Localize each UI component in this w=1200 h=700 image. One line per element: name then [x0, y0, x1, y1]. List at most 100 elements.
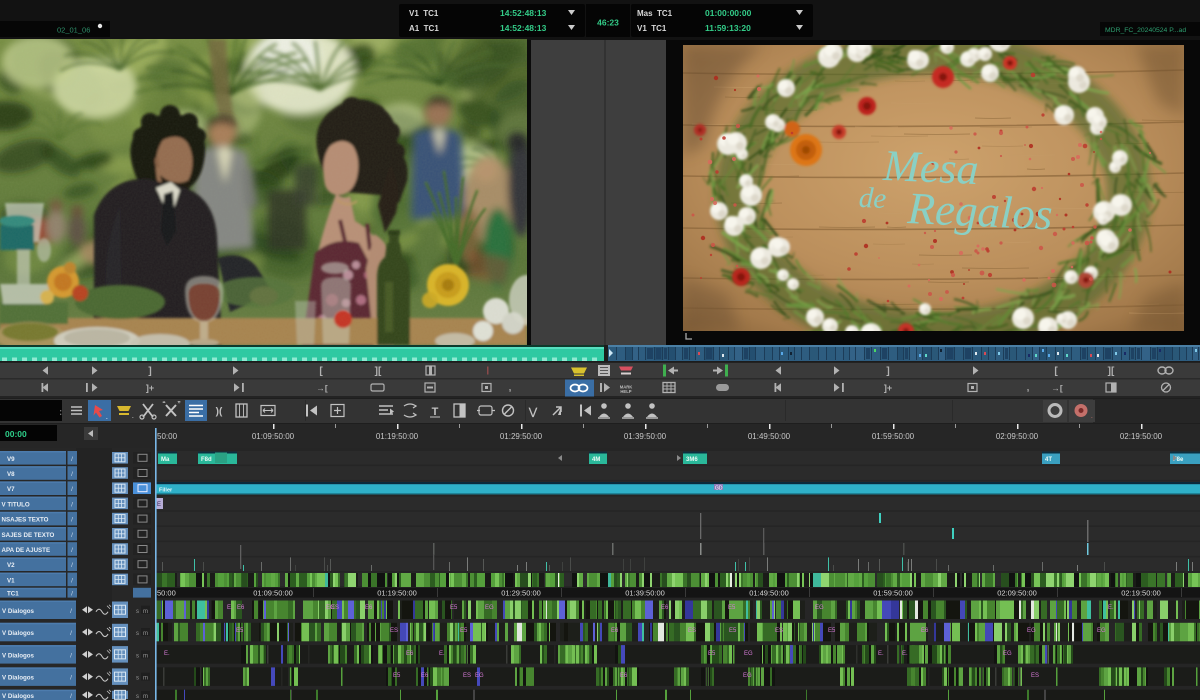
svg-text:]: ]	[148, 366, 151, 377]
svg-text:m: m	[143, 631, 148, 637]
svg-text:/: /	[70, 608, 72, 615]
svg-text:/: /	[71, 471, 73, 478]
svg-text:E6: E6	[611, 628, 619, 634]
svg-text:E6: E6	[921, 628, 929, 634]
svg-text:s: s	[136, 609, 139, 615]
svg-text:01:29:50:00: 01:29:50:00	[500, 432, 543, 441]
svg-text:01:39:50:00: 01:39:50:00	[624, 432, 667, 441]
svg-text:TC1: TC1	[7, 591, 19, 598]
svg-text:01:29:50:00: 01:29:50:00	[501, 589, 541, 598]
svg-text:.: .	[106, 413, 108, 421]
svg-text:/: /	[71, 486, 73, 493]
svg-text:E5: E5	[728, 605, 736, 611]
svg-text:E6: E6	[421, 673, 429, 679]
svg-text:Regalos: Regalos	[906, 183, 1054, 239]
svg-text:V1: V1	[7, 577, 15, 584]
svg-text:/: /	[71, 547, 73, 554]
svg-text:EG: EG	[485, 605, 494, 611]
svg-text:V1 TC1: V1 TC1	[409, 9, 439, 18]
svg-text:m: m	[143, 676, 148, 682]
svg-text:][: ][	[375, 366, 382, 377]
svg-text:V1 TC1: V1 TC1	[637, 24, 667, 33]
svg-text:EG: EG	[744, 651, 753, 657]
svg-text:4T: 4T	[1045, 457, 1052, 463]
svg-text:]+: ]+	[884, 383, 892, 393]
svg-text:01:49:50:00: 01:49:50:00	[748, 432, 791, 441]
svg-text:EG: EG	[815, 605, 824, 611]
svg-text:A1 TC1: A1 TC1	[409, 24, 439, 33]
svg-text:NSAJES TEXTO: NSAJES TEXTO	[2, 517, 49, 524]
svg-text:01:59:50:00: 01:59:50:00	[872, 432, 915, 441]
svg-text:01:19:50:00: 01:19:50:00	[377, 589, 417, 598]
svg-text:EG: EG	[1003, 651, 1012, 657]
svg-text:46:23: 46:23	[597, 18, 619, 28]
svg-text:50:00: 50:00	[157, 589, 176, 598]
svg-text:E.: E.	[227, 605, 233, 611]
svg-text:E.: E.	[878, 651, 884, 657]
svg-text:E5: E5	[460, 628, 468, 634]
svg-text:E.: E.	[902, 651, 908, 657]
svg-text:V Dialogos: V Dialogos	[2, 675, 35, 682]
svg-text:m: m	[143, 609, 148, 615]
svg-text:MDR_FC_20240524 P...ad: MDR_FC_20240524 P...ad	[1105, 27, 1186, 34]
svg-text:“: “	[162, 401, 166, 408]
svg-text:EG: EG	[743, 673, 752, 679]
svg-text:Mas TC1: Mas TC1	[637, 9, 673, 18]
svg-text:E5: E5	[393, 673, 401, 679]
svg-text:V Dialogos: V Dialogos	[2, 608, 35, 615]
svg-text:02:09:50:00: 02:09:50:00	[997, 589, 1037, 598]
svg-text:E6: E6	[406, 651, 414, 657]
svg-text:V7: V7	[7, 486, 15, 493]
svg-text:V8: V8	[7, 471, 15, 478]
svg-text:V2: V2	[7, 562, 15, 569]
svg-text:V Dialogos: V Dialogos	[2, 652, 35, 659]
svg-text:E.: E.	[439, 651, 445, 657]
svg-text:01:09:50:00: 01:09:50:00	[252, 432, 295, 441]
svg-text:]+: ]+	[146, 383, 154, 393]
svg-text:V TITULO: V TITULO	[2, 501, 30, 508]
svg-text:01:39:50:00: 01:39:50:00	[625, 589, 665, 598]
svg-text:/: /	[71, 562, 73, 569]
svg-text:11:59:13:20: 11:59:13:20	[705, 23, 751, 33]
svg-text:/: /	[70, 652, 72, 659]
svg-text:EG: EG	[475, 673, 484, 679]
svg-text:/: /	[71, 532, 73, 539]
svg-text:ES: ES	[1031, 673, 1039, 679]
svg-text:s: s	[136, 676, 139, 682]
svg-text:E.: E.	[164, 651, 170, 657]
svg-text:E6: E6	[365, 605, 373, 611]
svg-text:SAJES DE TEXTO: SAJES DE TEXTO	[2, 532, 55, 539]
svg-text:,: ,	[1027, 383, 1030, 393]
svg-text:”: ”	[177, 401, 181, 408]
svg-text:ES: ES	[775, 628, 783, 634]
svg-text:/: /	[70, 630, 72, 637]
svg-text:HELP: HELP	[620, 389, 631, 394]
svg-text:s: s	[136, 653, 139, 659]
svg-text:E5: E5	[708, 651, 716, 657]
svg-text:.: .	[132, 412, 134, 420]
svg-text:E: E	[157, 502, 161, 508]
svg-text:E.: E.	[1108, 605, 1114, 611]
svg-text:/: /	[71, 501, 73, 508]
svg-text:GD: GD	[715, 486, 723, 492]
svg-text:EG: EG	[1027, 628, 1036, 634]
svg-text:02:19:50:00: 02:19:50:00	[1121, 589, 1161, 598]
svg-text:01:00:00:00: 01:00:00:00	[705, 8, 752, 18]
svg-text:.: .	[1091, 412, 1093, 420]
svg-text:E5: E5	[450, 605, 458, 611]
svg-text:E6: E6	[661, 605, 669, 611]
svg-text:4M: 4M	[592, 457, 600, 463]
svg-text:V9: V9	[7, 456, 15, 463]
svg-text:/: /	[71, 591, 73, 598]
svg-text:APA DE AJUSTE: APA DE AJUSTE	[2, 547, 51, 554]
svg-text:50:00: 50:00	[157, 432, 178, 441]
svg-text:E6: E6	[237, 605, 245, 611]
svg-text:ES: ES	[390, 628, 398, 634]
svg-text:Ma: Ma	[161, 457, 170, 463]
svg-text:/: /	[70, 693, 72, 700]
svg-text:14:52:48:13: 14:52:48:13	[500, 8, 547, 18]
svg-text:14:52:48:13: 14:52:48:13	[500, 23, 547, 33]
svg-text:de: de	[858, 182, 887, 215]
svg-text:02:09:50:00: 02:09:50:00	[996, 432, 1039, 441]
svg-text:ES: ES	[688, 628, 696, 634]
